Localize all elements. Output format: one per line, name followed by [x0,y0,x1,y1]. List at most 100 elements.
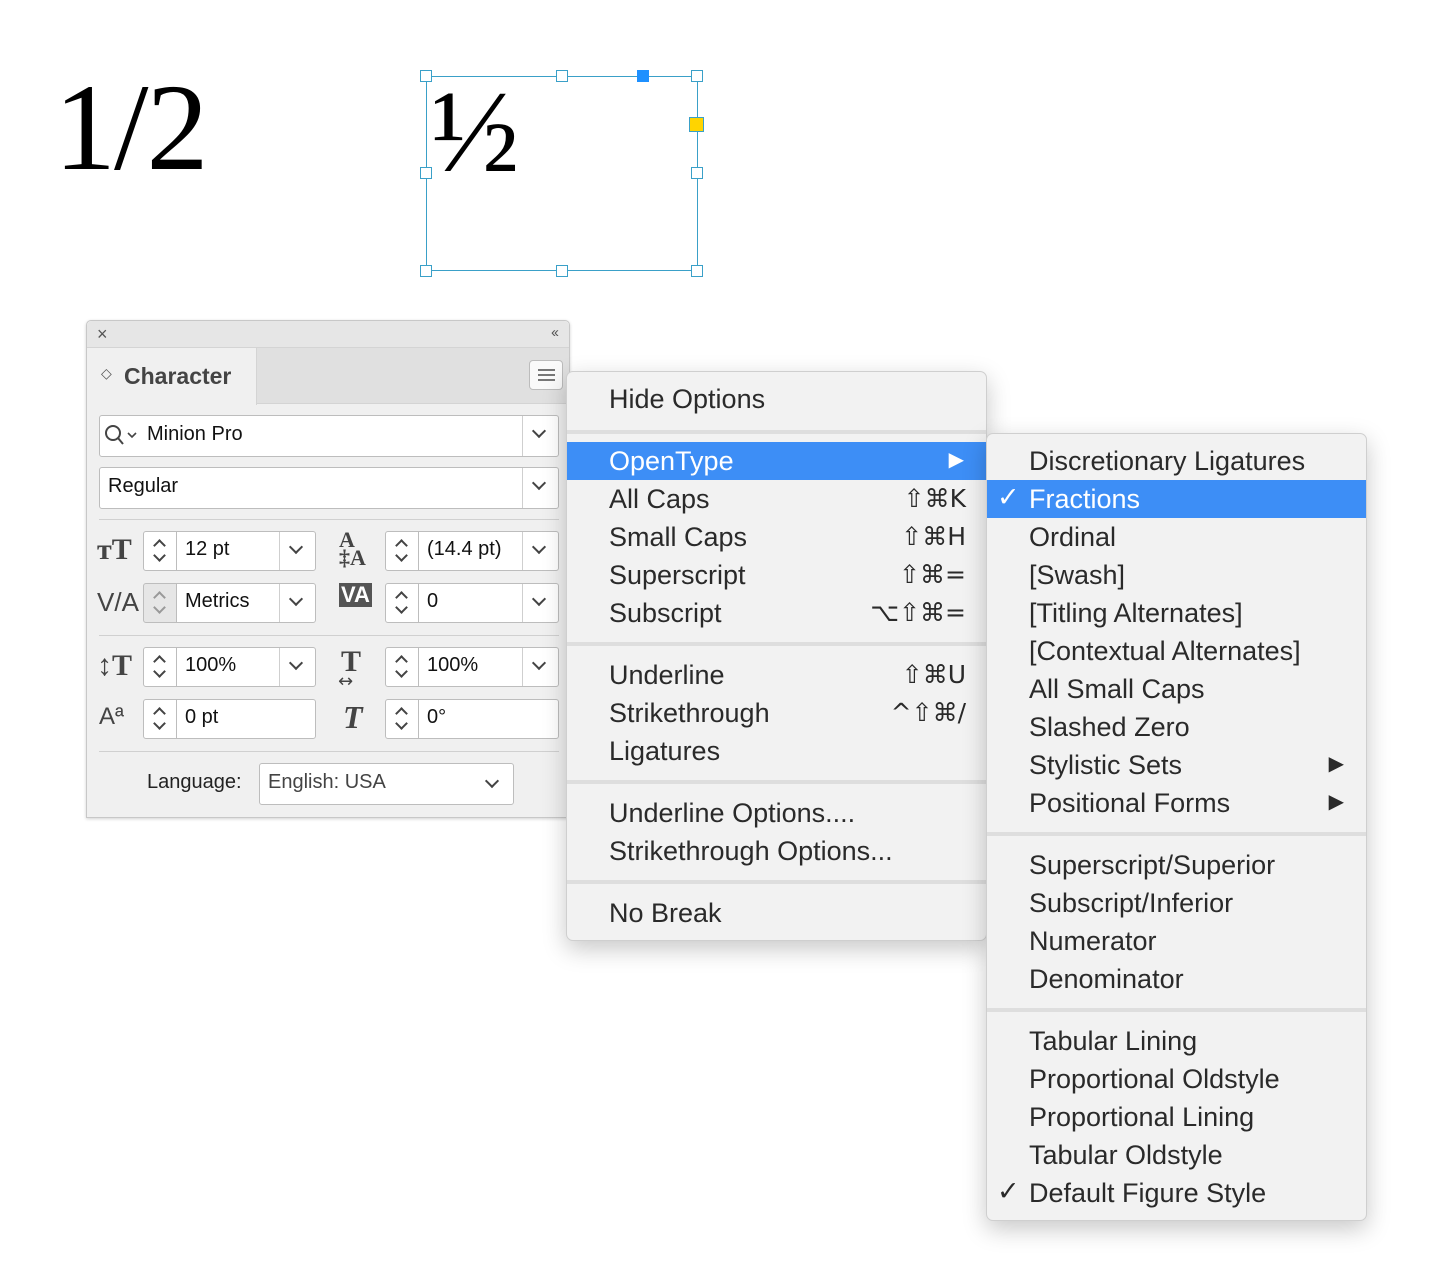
horizontal-scale-dropdown[interactable] [522,648,558,686]
tracking-field[interactable]: 0 [418,583,559,623]
submenu-item-proportional-lining[interactable]: Proportional Lining [987,1098,1366,1136]
tab-label: Character [124,363,232,389]
menu-item-all-caps[interactable]: All Caps ⇧⌘K [567,480,986,518]
corner-options-handle[interactable] [689,117,704,132]
submenu-arrow-icon: ▶ [948,447,964,471]
handle-bottom-left[interactable] [420,265,432,277]
divider [99,635,559,636]
search-icon [105,425,137,445]
tracking-dropdown[interactable] [522,584,558,622]
leading-icon: A ‡A [339,527,366,570]
submenu-item-slashed-zero[interactable]: Slashed Zero [987,708,1366,746]
close-icon[interactable]: × [97,324,108,345]
plain-fraction-text: 1/2 [54,59,208,196]
menu-separator [567,780,986,784]
vertical-scale-stepper[interactable] [143,647,177,687]
submenu-item-ordinal[interactable]: Ordinal [987,518,1366,556]
divider [99,751,559,752]
character-panel: × ‹‹ ◇ Character Minion Pro Regular тT 1… [86,320,570,818]
submenu-item-positional-forms[interactable]: Positional Forms ▶ [987,784,1366,822]
font-size-dropdown[interactable] [279,532,315,570]
handle-middle-left[interactable] [420,167,432,179]
handle-bottom-center[interactable] [556,265,568,277]
submenu-item-subscript-inferior[interactable]: Subscript/Inferior [987,884,1366,922]
menu-item-strikethrough-options[interactable]: Strikethrough Options... [567,832,986,870]
handle-top-left[interactable] [420,70,432,82]
panel-menu-button[interactable] [529,360,563,390]
skew-value: 0° [427,706,447,728]
text-frame[interactable]: ½ [420,70,704,277]
language-select[interactable]: English: USA [259,763,514,805]
submenu-item-tabular-lining[interactable]: Tabular Lining [987,1022,1366,1060]
submenu-item-default-figure-style[interactable]: ✓ Default Figure Style [987,1174,1366,1212]
submenu-item-discretionary-ligatures[interactable]: Discretionary Ligatures [987,442,1366,480]
tab-character[interactable]: ◇ Character [87,348,257,405]
horizontal-scale-value: 100% [427,654,479,676]
handle-out-port[interactable] [637,70,649,82]
tracking-value: 0 [427,590,439,612]
handle-bottom-right[interactable] [691,265,703,277]
vertical-scale-field[interactable]: 100% [176,647,316,687]
submenu-item-tabular-oldstyle[interactable]: Tabular Oldstyle [987,1136,1366,1174]
menu-item-underline[interactable]: Underline ⇧⌘U [567,656,986,694]
menu-item-opentype[interactable]: OpenType ▶ [567,442,986,480]
font-style-field[interactable]: Regular [99,467,559,509]
menu-separator [567,430,986,434]
menu-separator [987,832,1366,836]
submenu-item-numerator[interactable]: Numerator [987,922,1366,960]
vertical-scale-dropdown[interactable] [279,648,315,686]
submenu-item-stylistic-sets[interactable]: Stylistic Sets ▶ [987,746,1366,784]
baseline-shift-stepper[interactable] [143,699,177,739]
check-icon: ✓ [997,1176,1020,1207]
leading-stepper[interactable] [385,531,419,571]
submenu-item-swash[interactable]: [Swash] [987,556,1366,594]
collapse-icon[interactable]: ‹‹ [551,324,559,341]
kerning-stepper[interactable] [143,583,177,623]
panel-flyout-menu: Hide Options OpenType ▶ All Caps ⇧⌘K Smal… [566,371,987,941]
menu-item-no-break[interactable]: No Break [567,894,986,932]
tab-arrows-icon: ◇ [101,365,112,381]
menu-item-hide-options[interactable]: Hide Options [567,380,986,418]
tracking-icon: VA [339,582,372,607]
submenu-item-all-small-caps[interactable]: All Small Caps [987,670,1366,708]
menu-item-subscript[interactable]: Subscript ⌥⇧⌘= [567,594,986,632]
font-size-field[interactable]: 12 pt [176,531,316,571]
font-family-field[interactable]: Minion Pro [99,415,559,457]
baseline-shift-value: 0 pt [185,706,219,728]
font-family-value: Minion Pro [147,423,243,445]
skew-field[interactable]: 0° [418,699,559,739]
submenu-item-contextual-alternates[interactable]: [Contextual Alternates] [987,632,1366,670]
handle-top-center[interactable] [556,70,568,82]
font-family-dropdown[interactable] [522,416,558,456]
kerning-dropdown[interactable] [279,584,315,622]
font-style-value: Regular [108,475,179,497]
kerning-field[interactable]: Metrics [176,583,316,623]
menu-item-superscript[interactable]: Superscript ⇧⌘= [567,556,986,594]
handle-top-right[interactable] [691,70,703,82]
horizontal-scale-stepper[interactable] [385,647,419,687]
submenu-item-superscript-superior[interactable]: Superscript/Superior [987,846,1366,884]
leading-field[interactable]: (14.4 pt) [418,531,559,571]
submenu-item-proportional-oldstyle[interactable]: Proportional Oldstyle [987,1060,1366,1098]
font-size-icon: тT [97,533,132,566]
menu-item-underline-options[interactable]: Underline Options.... [567,794,986,832]
divider [99,519,559,520]
font-style-dropdown[interactable] [522,468,558,508]
skew-stepper[interactable] [385,699,419,739]
language-label: Language: [147,771,242,793]
leading-dropdown[interactable] [522,532,558,570]
submenu-arrow-icon: ▶ [1328,789,1344,813]
handle-middle-right[interactable] [691,167,703,179]
submenu-item-denominator[interactable]: Denominator [987,960,1366,998]
menu-item-ligatures[interactable]: Ligatures [567,732,986,770]
menu-item-strikethrough[interactable]: Strikethrough ^⇧⌘/ [567,694,986,732]
chevron-down-icon [484,773,500,789]
font-size-stepper[interactable] [143,531,177,571]
submenu-arrow-icon: ▶ [1328,751,1344,775]
horizontal-scale-field[interactable]: 100% [418,647,559,687]
baseline-shift-field[interactable]: 0 pt [176,699,316,739]
tracking-stepper[interactable] [385,583,419,623]
submenu-item-fractions[interactable]: ✓ Fractions [987,480,1366,518]
menu-item-small-caps[interactable]: Small Caps ⇧⌘H [567,518,986,556]
submenu-item-titling-alternates[interactable]: [Titling Alternates] [987,594,1366,632]
